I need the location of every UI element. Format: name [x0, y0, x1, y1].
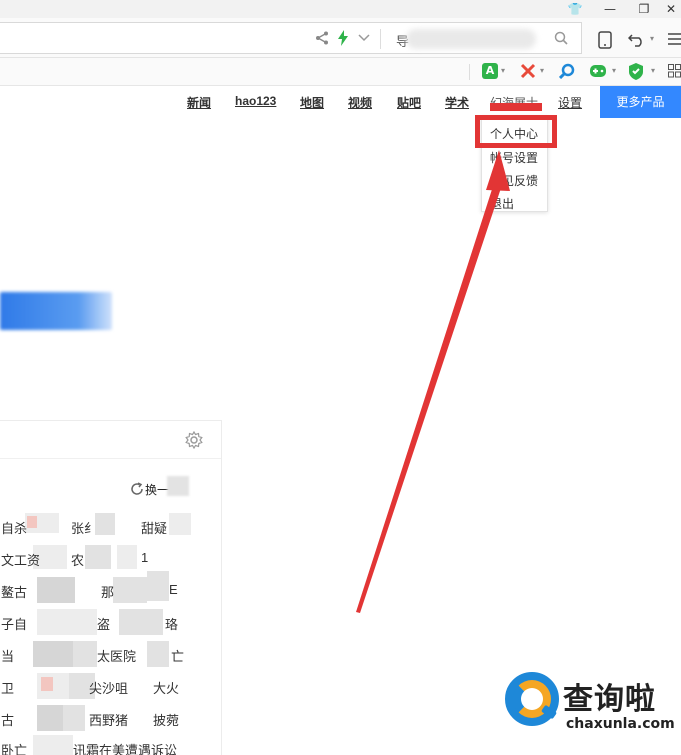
nav-link-xueshu[interactable]: 学术 [445, 94, 469, 111]
mosaic-block [169, 513, 191, 535]
mosaic-block [41, 677, 53, 691]
minimize-button[interactable]: — [600, 1, 620, 17]
shield-icon[interactable] [628, 63, 644, 80]
refresh-button[interactable]: 换一 [145, 481, 169, 498]
mosaic-block [37, 577, 75, 603]
hot-search-item[interactable]: 太医院 [97, 646, 136, 665]
watermark-title: 查询啦 [563, 682, 656, 717]
close-button[interactable]: ✕ [661, 1, 681, 17]
blur-patch [167, 476, 189, 496]
menu-icon[interactable] [668, 33, 681, 45]
divider [380, 29, 381, 49]
mosaic-block [147, 641, 169, 667]
hot-search-item[interactable]: 讯霜在美遭遇诉讼 [73, 740, 177, 755]
mosaic-block [147, 571, 169, 601]
card-header [0, 421, 221, 459]
hot-search-item[interactable]: 古 [1, 710, 14, 729]
more-products-button[interactable]: 更多产品 [600, 86, 681, 118]
undo-icon[interactable] [628, 31, 646, 47]
hot-search-card: 换一 自杀 张纟 甜疑 文工资 农 1 鳌古 那 E 子自 盗 珞 当 太医院 … [0, 420, 222, 755]
menu-item-account-settings[interactable]: 帐号设置 [490, 149, 538, 166]
hot-search-item[interactable]: 大火 [153, 678, 179, 697]
hot-search-item[interactable]: 尖沙咀 [89, 678, 128, 697]
window-title-bar: 👕 — ❐ ✕ [0, 0, 681, 18]
annotation-highlight-box [475, 115, 557, 148]
watermark-domain: chaxunla.com [566, 716, 675, 732]
gamepad-icon[interactable] [589, 64, 607, 78]
nav-link-hao123[interactable]: hao123 [235, 94, 276, 108]
hot-search-item[interactable]: 西野猪 [89, 710, 128, 729]
caret-down-icon[interactable]: ▾ [612, 66, 616, 75]
nav-link-map[interactable]: 地图 [300, 94, 324, 111]
hot-search-item[interactable]: 子自 [1, 614, 27, 633]
mosaic-block [95, 513, 115, 535]
hot-search-item[interactable]: 文工资 [1, 550, 40, 569]
search-icon[interactable] [554, 31, 568, 45]
hot-search-item[interactable]: 卫 [1, 678, 14, 697]
mosaic-block [33, 641, 73, 667]
caret-down-icon[interactable]: ▾ [540, 66, 544, 75]
hot-search-item[interactable]: 张纟 [71, 518, 97, 537]
lightning-icon[interactable] [337, 30, 349, 46]
hot-search-item[interactable]: 当 [1, 646, 14, 665]
restore-button[interactable]: ❐ [634, 1, 654, 17]
gear-icon[interactable] [185, 431, 203, 449]
hot-search-item[interactable]: 卧亡 [1, 740, 27, 755]
caret-down-icon[interactable]: ▾ [501, 66, 505, 75]
mosaic-block [119, 609, 163, 635]
blurred-address [406, 29, 536, 49]
nav-link-news[interactable]: 新闻 [187, 94, 211, 111]
hot-search-item[interactable]: 农 [71, 550, 84, 569]
refresh-icon[interactable] [130, 482, 144, 496]
mosaic-block [117, 545, 137, 569]
hot-search-item[interactable]: 亡 [171, 646, 184, 665]
nav-link-video[interactable]: 视频 [348, 94, 372, 111]
divider [469, 64, 470, 80]
hot-search-item[interactable]: 自杀 [1, 518, 27, 537]
nav-link-tieba[interactable]: 贴吧 [397, 94, 421, 111]
menu-item-feedback[interactable]: 意见反馈 [490, 172, 538, 189]
mosaic-block [113, 577, 147, 603]
translate-extension-icon[interactable]: A [482, 63, 498, 79]
hot-search-item[interactable]: 甜疑 [141, 518, 167, 537]
hot-search-item[interactable]: 盗 [97, 614, 110, 633]
caret-down-icon[interactable]: ▾ [650, 34, 654, 43]
magnifier-extension-icon[interactable] [559, 63, 575, 79]
mosaic-block [27, 516, 37, 528]
mosaic-block [33, 735, 73, 755]
caret-down-icon[interactable]: ▾ [651, 66, 655, 75]
address-input[interactable]: 导 [0, 22, 582, 54]
share-icon[interactable] [315, 31, 329, 45]
scissors-icon[interactable] [520, 63, 536, 79]
tablet-icon[interactable] [598, 31, 612, 49]
menu-item-logout[interactable]: 退出 [490, 195, 514, 212]
skin-icon[interactable]: 👕 [565, 1, 585, 17]
apps-grid-icon[interactable] [668, 64, 681, 78]
hot-search-item[interactable]: 鳌古 [1, 582, 27, 601]
annotation-bar [490, 103, 542, 111]
hot-search-item[interactable]: 披菀 [153, 710, 179, 729]
address-bar-row: 导 ▾ [0, 18, 681, 58]
hot-search-item[interactable]: 珞 [165, 614, 178, 633]
search-button[interactable] [0, 292, 112, 330]
mosaic-block [85, 545, 111, 569]
hot-search-item[interactable]: 1 [141, 550, 148, 565]
extension-bar: A ▾ ▾ ▾ ▾ [0, 58, 681, 86]
chevron-down-icon[interactable] [358, 34, 370, 42]
nav-link-settings[interactable]: 设置 [558, 94, 582, 111]
mosaic-block [63, 705, 85, 731]
hot-search-item[interactable]: E [169, 582, 178, 597]
hot-search-item[interactable]: 那 [101, 582, 114, 601]
mosaic-block [37, 609, 97, 635]
mosaic-block [73, 641, 97, 667]
